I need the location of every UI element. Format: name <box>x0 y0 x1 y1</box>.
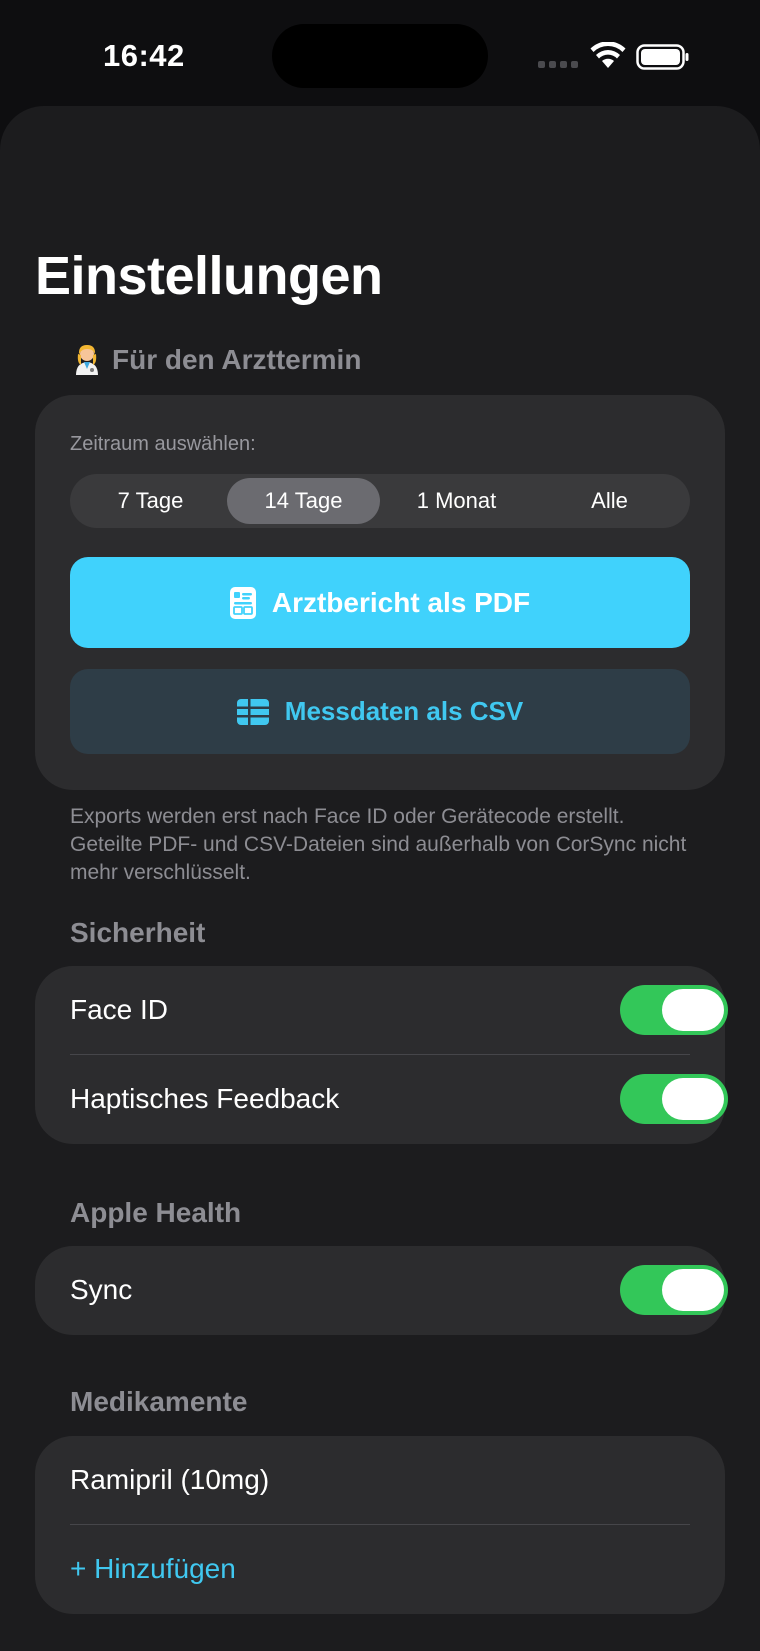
add-medication-row: + Hinzufügen <box>70 1525 690 1613</box>
health-section-header: Apple Health <box>70 1197 242 1228</box>
export-pdf-label: Arztbericht als PDF <box>271 586 531 618</box>
range-segmented-control: 7 Tage 14 Tage 1 Monat Alle <box>70 474 690 528</box>
sync-toggle[interactable] <box>620 1265 728 1315</box>
document-icon <box>229 586 256 619</box>
export-pdf-button[interactable]: Arztbericht als PDF <box>70 557 690 648</box>
range-option-1-month[interactable]: 1 Monat <box>380 478 533 524</box>
cellular-signal-icon <box>538 61 578 69</box>
add-medication-button[interactable]: + Hinzufügen <box>70 1553 236 1585</box>
face-id-row: Face ID <box>70 966 728 1054</box>
health-card: Sync <box>35 1246 728 1335</box>
medication-item[interactable]: Ramipril (10mg) <box>70 1436 690 1524</box>
doctor-export-card: Zeitraum auswählen: 7 Tage 14 Tage 1 Mon… <box>35 395 725 790</box>
wifi-icon <box>590 42 626 68</box>
battery-icon <box>636 44 689 70</box>
haptic-feedback-toggle[interactable] <box>620 1074 728 1124</box>
haptic-feedback-row: Haptisches Feedback <box>70 1055 728 1143</box>
security-section-header: Sicherheit <box>70 917 206 948</box>
status-time: 16:42 <box>103 38 185 73</box>
doctor-section-title: Für den Arzttermin <box>112 344 362 375</box>
status-bar: 16:42 <box>0 0 760 108</box>
medications-section-header: Medikamente <box>70 1386 248 1417</box>
face-id-label: Face ID <box>70 994 169 1025</box>
range-option-14-days[interactable]: 14 Tage <box>227 478 380 524</box>
table-icon <box>236 698 269 725</box>
sync-row: Sync <box>70 1246 728 1334</box>
face-id-toggle[interactable] <box>620 985 728 1035</box>
health-worker-emoji-icon <box>76 345 98 375</box>
security-card: Face ID Haptisches Feedback <box>35 966 728 1144</box>
range-option-7-days[interactable]: 7 Tage <box>74 478 227 524</box>
export-csv-button[interactable]: Messdaten als CSV <box>70 669 690 754</box>
export-csv-label: Messdaten als CSV <box>284 696 524 726</box>
dynamic-island <box>272 24 488 88</box>
page-title: Einstellungen <box>35 246 383 306</box>
export-footnote: Exports werden erst nach Face ID oder Ge… <box>70 805 687 884</box>
medications-card: Ramipril (10mg) + Hinzufügen <box>35 1436 725 1614</box>
medication-label: Ramipril (10mg) <box>70 1464 270 1495</box>
haptic-feedback-label: Haptisches Feedback <box>70 1083 340 1114</box>
doctor-section-header: Für den Arzttermin <box>72 343 361 376</box>
sync-label: Sync <box>70 1274 133 1305</box>
range-label: Zeitraum auswählen: <box>70 433 256 455</box>
range-option-all[interactable]: Alle <box>533 478 686 524</box>
